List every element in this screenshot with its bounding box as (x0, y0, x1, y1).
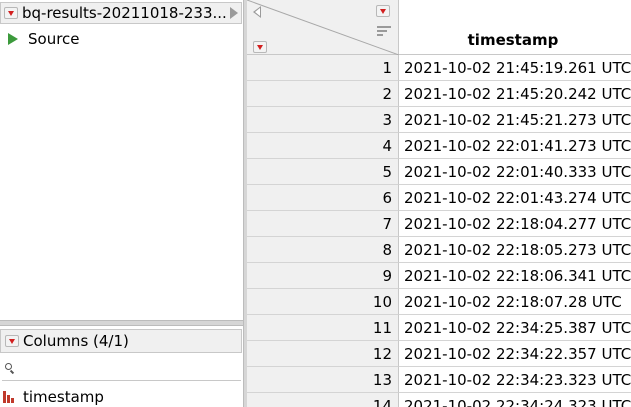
columns-corner-menu-icon[interactable] (376, 5, 390, 17)
timestamp-cell[interactable]: 2021-10-02 22:34:23.323 UTC (399, 367, 631, 393)
timestamp-cell[interactable]: 2021-10-02 22:18:04.277 UTC (399, 211, 631, 237)
row-number[interactable]: 7 (247, 211, 399, 237)
table-title-bar: bq-results-20211018-233... (0, 2, 242, 24)
row-number[interactable]: 6 (247, 185, 399, 211)
row-number[interactable]: 1 (247, 55, 399, 81)
timestamp-cell[interactable]: 2021-10-02 22:01:43.274 UTC (399, 185, 631, 211)
table-row[interactable]: 6 2021-10-02 22:01:43.274 UTC (247, 185, 631, 211)
data-grid: timestamp 1 2021-10-02 21:45:19.261 UTC 2 2… (247, 0, 631, 407)
run-script-icon[interactable] (8, 33, 18, 45)
column-header-label: timestamp (467, 31, 559, 49)
timestamp-cell[interactable]: 2021-10-02 22:01:40.333 UTC (399, 159, 631, 185)
table-row[interactable]: 12 2021-10-02 22:34:22.357 UTC (247, 341, 631, 367)
table-row[interactable]: 10 2021-10-02 22:18:07.28 UTC (247, 289, 631, 315)
row-number[interactable]: 14 (247, 393, 399, 407)
table-row[interactable]: 4 2021-10-02 22:01:41.273 UTC (247, 133, 631, 159)
panel-splitter[interactable] (0, 320, 243, 326)
timestamp-cell[interactable]: 2021-10-02 22:34:25.387 UTC (399, 315, 631, 341)
columns-panel-header: Columns (4/1) (0, 329, 242, 353)
table-row[interactable]: 9 2021-10-02 22:18:06.341 UTC (247, 263, 631, 289)
continuous-column-icon (3, 391, 17, 403)
table-panel: bq-results-20211018-233... Source Column… (0, 0, 243, 407)
table-row[interactable]: 11 2021-10-02 22:34:25.387 UTC (247, 315, 631, 341)
timestamp-cell[interactable]: 2021-10-02 22:34:22.357 UTC (399, 341, 631, 367)
row-number[interactable]: 9 (247, 263, 399, 289)
grid-corner (247, 0, 399, 55)
row-number[interactable]: 4 (247, 133, 399, 159)
column-filter (2, 357, 241, 381)
table-name[interactable]: bq-results-20211018-233... (22, 4, 227, 22)
sort-icon[interactable] (377, 26, 391, 38)
columns-title: Columns (4/1) (23, 332, 129, 350)
source-label: Source (28, 30, 80, 48)
column-list-item-label: timestamp (23, 388, 104, 406)
row-number[interactable]: 12 (247, 341, 399, 367)
timestamp-cell[interactable]: 2021-10-02 21:45:19.261 UTC (399, 55, 631, 81)
row-number[interactable]: 8 (247, 237, 399, 263)
column-header[interactable]: timestamp (399, 0, 631, 55)
column-search-input[interactable] (18, 359, 237, 379)
row-number[interactable]: 13 (247, 367, 399, 393)
rows-corner-menu-icon[interactable] (253, 41, 267, 53)
hide-panel-icon[interactable] (253, 6, 261, 18)
search-icon (5, 363, 12, 370)
timestamp-cell[interactable]: 2021-10-02 21:45:20.242 UTC (399, 81, 631, 107)
table-row[interactable]: 8 2021-10-02 22:18:05.273 UTC (247, 237, 631, 263)
table-row[interactable]: 14 2021-10-02 22:34:24.323 UTC (247, 393, 631, 407)
row-number[interactable]: 11 (247, 315, 399, 341)
row-number[interactable]: 2 (247, 81, 399, 107)
table-row[interactable]: 3 2021-10-02 21:45:21.273 UTC (247, 107, 631, 133)
table-row[interactable]: 5 2021-10-02 22:01:40.333 UTC (247, 159, 631, 185)
table-menu-icon[interactable] (4, 7, 18, 19)
columns-menu-icon[interactable] (5, 335, 19, 347)
row-number[interactable]: 10 (247, 289, 399, 315)
timestamp-cell[interactable]: 2021-10-02 22:18:05.273 UTC (399, 237, 631, 263)
timestamp-cell[interactable]: 2021-10-02 22:18:06.341 UTC (399, 263, 631, 289)
table-row[interactable]: 7 2021-10-02 22:18:04.277 UTC (247, 211, 631, 237)
timestamp-cell[interactable]: 2021-10-02 21:45:21.273 UTC (399, 107, 631, 133)
timestamp-cell[interactable]: 2021-10-02 22:34:24.323 UTC (399, 393, 631, 407)
timestamp-cell[interactable]: 2021-10-02 22:18:07.28 UTC (399, 289, 631, 315)
table-row[interactable]: 13 2021-10-02 22:34:23.323 UTC (247, 367, 631, 393)
table-row[interactable]: 1 2021-10-02 21:45:19.261 UTC (247, 55, 631, 81)
table-row[interactable]: 2 2021-10-02 21:45:20.242 UTC (247, 81, 631, 107)
row-number[interactable]: 3 (247, 107, 399, 133)
row-number[interactable]: 5 (247, 159, 399, 185)
timestamp-cell[interactable]: 2021-10-02 22:01:41.273 UTC (399, 133, 631, 159)
collapse-panel-icon[interactable] (230, 7, 238, 19)
